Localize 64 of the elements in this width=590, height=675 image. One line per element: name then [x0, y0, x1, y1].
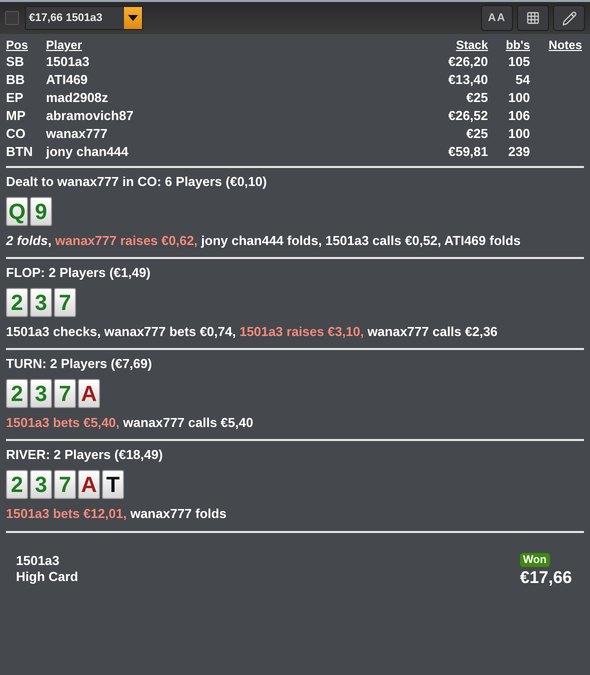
table-cell-text: 106	[507, 107, 530, 125]
table-cell-text: jony chan444	[46, 143, 130, 161]
street-title: Dealt to wanax777 in CO: 6 Players (€0,10)	[6, 173, 268, 191]
playing-card: A	[78, 379, 100, 408]
playing-card: 2	[6, 470, 28, 499]
table-cell-text: MP	[6, 107, 26, 125]
playing-card: 2	[6, 288, 28, 317]
playing-card: 7	[54, 288, 76, 317]
table-cell-text: €59,81	[447, 143, 488, 161]
playing-card: 3	[30, 379, 52, 408]
pencil-icon	[562, 10, 576, 26]
column-header: bb's	[504, 38, 530, 53]
checkbox[interactable]	[5, 11, 19, 25]
table-cell-text: €25	[465, 89, 488, 107]
hand-rank: High Card	[16, 569, 78, 585]
action-line: 1501a3 checks, wanax777 bets €0,74, 1501a3 raises €3,10, wanax777 calls €2,36	[6, 323, 499, 341]
table-cell-text: ATI469	[46, 71, 89, 89]
table-cell-text: 100	[507, 125, 530, 143]
won-amount: €17,66	[520, 567, 572, 589]
table-cell-text: BTN	[6, 143, 34, 161]
table-cell-text: SB	[6, 53, 26, 71]
table-cell-text: 100	[507, 89, 530, 107]
won-badge: Won	[520, 553, 550, 567]
table-cell-text: 239	[507, 143, 530, 161]
edit-button[interactable]	[553, 5, 585, 31]
grid-icon	[526, 11, 540, 25]
street-title: FLOP: 2 Players (€1,49)	[6, 264, 152, 282]
table-cell-text: abramovich87	[46, 107, 134, 125]
playing-card: 9	[30, 197, 52, 226]
table-cell-text: 105	[507, 53, 530, 71]
street-title: RIVER: 2 Players (€18,49)	[6, 446, 164, 464]
playing-card: 3	[30, 470, 52, 499]
table-cell-text: 1501a3	[46, 53, 90, 71]
table-cell-text: €13,40	[447, 71, 488, 89]
action-line: 1501a3 bets €5,40, wanax777 calls €5,40	[6, 414, 254, 432]
column-header: Player	[46, 38, 84, 53]
column-header: Pos	[6, 38, 30, 53]
caret-icon	[128, 15, 138, 21]
playing-card: A	[78, 470, 100, 499]
hand-dropdown[interactable]: €17,66 1501a3	[25, 6, 143, 30]
column-header: Notes	[548, 38, 583, 53]
playing-card: 7	[54, 470, 76, 499]
font-size-button[interactable]: AA	[481, 5, 513, 31]
table-cell-text: mad2908z	[46, 89, 110, 107]
table-cell-text: €26,20	[447, 53, 488, 71]
playing-card: 7	[54, 379, 76, 408]
playing-card: 3	[30, 288, 52, 317]
playing-card: Q	[6, 197, 28, 226]
table-cell-text: CO	[6, 125, 26, 143]
action-line: 2 folds, wanax777 raises €0,62, jony chan444 folds, 1501a3 calls €0,52, ATI469 folds	[6, 232, 522, 250]
dropdown-value: €17,66 1501a3	[28, 11, 104, 26]
table-cell-text: €25	[465, 125, 488, 143]
table-cell-text: BB	[6, 71, 26, 89]
column-header: Stack	[454, 38, 488, 53]
table-cell-text: wanax777	[46, 125, 108, 143]
table-cell-text: 54	[514, 71, 530, 89]
playing-card: T	[102, 470, 124, 499]
street-title: TURN: 2 Players (€7,69)	[6, 355, 153, 373]
table-cell-text: EP	[6, 89, 24, 107]
table-cell-text: €26,52	[447, 107, 488, 125]
winner-name: 1501a3	[16, 553, 60, 569]
grid-button[interactable]	[517, 5, 549, 31]
playing-card: 2	[6, 379, 28, 408]
action-line: 1501a3 bets €12,01, wanax777 folds	[6, 505, 228, 523]
